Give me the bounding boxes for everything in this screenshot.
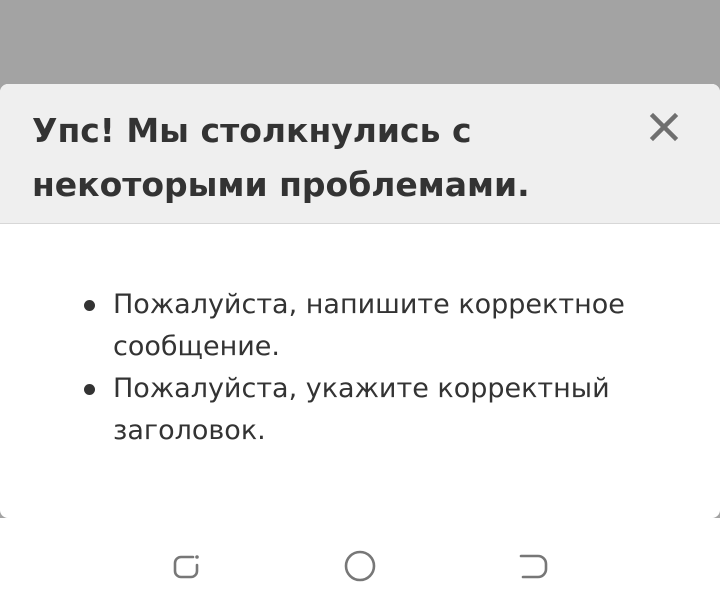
back-button[interactable] [516,548,552,584]
error-list: Пожалуйста, напишите корректное сообщени… [0,284,720,452]
back-icon [519,554,548,579]
recent-apps-icon [173,555,199,579]
error-text: Пожалуйста, напишите корректное сообщени… [113,289,625,362]
error-dialog: Упс! Мы столкнулись с некоторыми проблем… [0,84,720,518]
error-item: Пожалуйста, укажите корректный заголовок… [0,368,720,452]
recent-apps-button[interactable] [168,548,204,584]
home-button[interactable] [342,548,378,584]
error-item: Пожалуйста, напишите корректное сообщени… [0,284,720,368]
dialog-title: Упс! Мы столкнулись с некоторыми проблем… [32,111,530,204]
close-icon [649,112,679,142]
bullet-icon [84,300,95,311]
modal-backdrop[interactable] [0,0,720,84]
close-button[interactable] [646,109,682,145]
bullet-icon [84,384,95,395]
error-text: Пожалуйста, укажите корректный заголовок… [113,373,610,446]
home-icon [344,550,376,582]
dialog-header: Упс! Мы столкнулись с некоторыми проблем… [0,84,720,224]
system-navigation-bar [0,518,720,612]
